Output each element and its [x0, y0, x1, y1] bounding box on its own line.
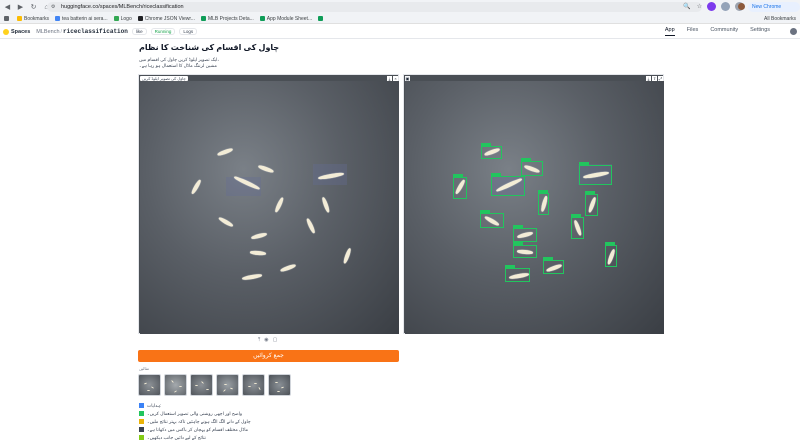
logs-button[interactable]: Logs: [179, 28, 198, 35]
huggingface-logo-icon[interactable]: [3, 28, 9, 35]
bookmark-star-icon[interactable]: ☆: [697, 3, 702, 10]
rice-grain: [218, 216, 234, 228]
example-thumbnail[interactable]: [242, 374, 265, 396]
instructions: ہدایات: واضح اور اچھی روشنی والی تصویر ا…: [139, 402, 251, 442]
address-bar[interactable]: ⚙ huggingface.co/spaces/MLBench/riceclas…: [47, 2, 702, 12]
owner-link[interactable]: MLBench: [36, 29, 59, 35]
rice-grain: [274, 196, 284, 213]
examples-label: مثالیں: [139, 366, 150, 371]
url-text: huggingface.co/spaces/MLBench/riceclassi…: [61, 4, 184, 10]
rice-photo: [140, 81, 399, 334]
instruction-item: واضح اور اچھی روشنی والی تصویر استعمال ک…: [139, 410, 251, 418]
example-thumbnail[interactable]: [268, 374, 291, 396]
hf-header: Spaces MLBench / riceclassification like…: [0, 25, 800, 39]
bookmark-item[interactable]: tea batterin ai sera...: [55, 16, 108, 22]
instruction-item: ماڈل مختلف اقسام کو پہچان کر باکس میں دک…: [139, 426, 251, 434]
webcam-icon[interactable]: ◉: [264, 337, 268, 343]
annotated-rice-photo: [405, 81, 664, 334]
running-badge[interactable]: Running: [150, 28, 176, 35]
description: ایک تصویر اپلوڈ کریں چاول کی اقسام میں، …: [139, 57, 219, 68]
tab-app[interactable]: App: [664, 27, 675, 36]
rice-grain: [241, 273, 263, 281]
forward-icon[interactable]: ▶: [15, 2, 26, 13]
clipboard-icon[interactable]: ▢: [273, 337, 278, 343]
apps-icon: [4, 16, 9, 21]
bookmark-item[interactable]: App Module Sheet...: [259, 16, 312, 22]
rice-grain: [257, 164, 275, 174]
rice-grain: [321, 196, 331, 213]
reload-icon[interactable]: ↻: [28, 2, 39, 13]
example-thumbnail[interactable]: [216, 374, 239, 396]
warning-icon: [139, 419, 144, 425]
logo-icon: [113, 16, 119, 21]
star-icon: [17, 16, 22, 21]
bookmark-item[interactable]: MLB Projects Deta...: [200, 16, 254, 22]
rice-grain: [216, 147, 234, 157]
tab-settings[interactable]: Settings: [750, 27, 770, 36]
rice-grain: [250, 231, 268, 240]
extension-icon[interactable]: [707, 2, 716, 11]
site-info-icon[interactable]: ⚙: [51, 4, 57, 10]
gradio-app: چاول کی اقسام کی شناخت کا نظام ایک تصویر…: [0, 40, 800, 442]
tab-community[interactable]: Community: [710, 27, 738, 36]
profile-avatar[interactable]: [738, 3, 745, 10]
bookmark-item[interactable]: [4, 16, 11, 21]
sheets-icon: [200, 16, 206, 21]
result-icon: [139, 435, 144, 441]
output-image-panel: ▣ ⤓ ⇪ ⤢: [403, 74, 664, 334]
bookmark-item[interactable]: Logo: [113, 16, 132, 22]
rice-grain: [342, 247, 352, 264]
tab-files[interactable]: Files: [687, 27, 699, 36]
check-icon: [139, 411, 144, 417]
user-avatar[interactable]: [790, 28, 797, 35]
input-image-panel[interactable]: چاول کی تصویر اپلوڈ کریں ⤓ ×: [138, 74, 399, 334]
camera-icon: [139, 427, 144, 433]
bookmarks-bar: Bookmarks tea batterin ai sera... Logo C…: [0, 14, 800, 24]
path-separator: /: [60, 28, 63, 35]
sheets-icon: [259, 16, 265, 21]
page-title: چاول کی اقسام کی شناخت کا نظام: [139, 43, 280, 52]
spaces-link[interactable]: Spaces: [11, 29, 30, 35]
update-chrome-button[interactable]: New Chrome available: [748, 2, 800, 20]
rice-grain: [190, 178, 202, 195]
repo-name[interactable]: riceclassification: [63, 28, 128, 35]
back-icon[interactable]: ◀: [2, 2, 13, 13]
github-icon: [137, 16, 143, 21]
instruction-item: چاول کے دانے الگ الگ ہونے چاہئیں تاکہ بہ…: [139, 418, 251, 426]
bookmark-item[interactable]: Bookmarks: [17, 16, 49, 22]
example-thumbnail[interactable]: [138, 374, 161, 396]
rice-grain: [279, 263, 297, 273]
submit-button[interactable]: جمع کروائیں: [138, 350, 399, 362]
instruction-item: نتائج کے لیے دائیں جانب دیکھیں۔: [139, 434, 251, 442]
all-bookmarks[interactable]: All Bookmarks: [764, 16, 796, 22]
upload-icon[interactable]: ⤒: [258, 337, 260, 343]
example-thumbnail[interactable]: [190, 374, 213, 396]
zoom-icon[interactable]: 🔍: [683, 3, 690, 10]
bookmark-item[interactable]: [318, 16, 325, 21]
puzzle-icon[interactable]: [721, 2, 730, 11]
instructions-heading: ہدایات:: [139, 402, 251, 410]
google-icon: [55, 16, 61, 21]
bookmark-item[interactable]: Chrome JSON Viewr...: [137, 16, 195, 22]
like-button[interactable]: like: [131, 28, 147, 35]
image-toolbar: ⤒ ◉ ▢: [258, 337, 277, 343]
examples-gallery: [138, 374, 291, 396]
space-tabs: App Files Community Settings: [664, 27, 770, 36]
rice-grain: [306, 217, 316, 234]
example-thumbnail[interactable]: [164, 374, 187, 396]
info-icon: [139, 403, 144, 409]
omnibox-actions: 🔍 ☆: [683, 3, 702, 10]
rice-grain: [249, 250, 267, 256]
sheets-icon: [318, 16, 324, 21]
